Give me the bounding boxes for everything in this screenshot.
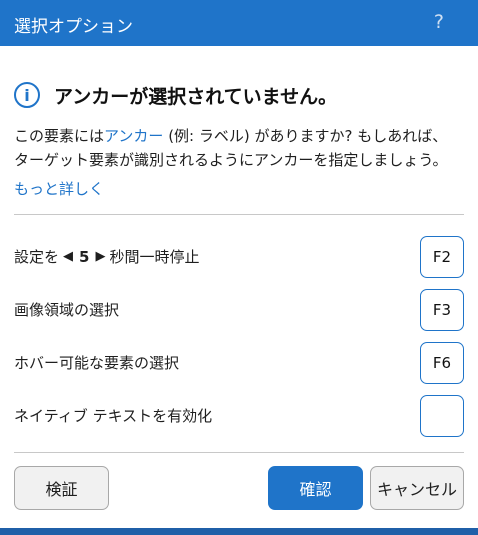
pause-label: 設定を [14, 248, 60, 266]
learn-more-link[interactable]: もっと詳しく [14, 178, 104, 199]
description-line-2: ターゲット要素が識別されるようにアンカーを指定しましょう。 [14, 151, 448, 169]
window-title: 選択オプション [14, 17, 133, 37]
pause-option: 設定を ◀ 5 ▶ 秒間一時停止 [14, 246, 199, 267]
info-icon: i [14, 82, 40, 108]
hover-element-shortcut-button[interactable]: F6 [420, 342, 464, 384]
pause-shortcut-button[interactable]: F2 [420, 236, 464, 278]
image-region-shortcut-button[interactable]: F3 [420, 289, 464, 331]
description-text: この要素には [14, 127, 105, 145]
divider [14, 452, 464, 453]
verify-button[interactable]: 検証 [14, 466, 109, 510]
description-line-1: この要素にはアンカー (例: ラベル) がありますか? もしあれば、 [14, 124, 464, 148]
alert-heading: i アンカーが選択されていません。 [14, 80, 337, 110]
hover-element-option: ホバー可能な要素の選択 [14, 354, 180, 372]
divider [14, 214, 464, 215]
pause-seconds-value[interactable]: 5 [79, 248, 89, 266]
image-region-option: 画像領域の選択 [14, 301, 120, 319]
description-text: (例: ラベル) がありますか? もしあれば、 [163, 127, 448, 145]
decrease-pause-icon[interactable]: ◀ [63, 249, 73, 264]
bottom-bar [0, 528, 478, 535]
native-text-option: ネイティブ テキストを有効化 [14, 407, 213, 425]
title-bar: 選択オプション ? [0, 0, 478, 46]
cancel-button[interactable]: キャンセル [370, 466, 464, 510]
increase-pause-icon[interactable]: ▶ [95, 249, 105, 264]
anchor-link[interactable]: アンカー [104, 127, 163, 145]
native-text-toggle[interactable] [420, 395, 464, 437]
pause-label-suffix: 秒間一時停止 [109, 248, 200, 266]
confirm-button[interactable]: 確認 [268, 466, 363, 510]
description: この要素にはアンカー (例: ラベル) がありますか? もしあれば、 ターゲット… [14, 124, 464, 172]
help-icon[interactable]: ? [434, 11, 444, 33]
heading-text: アンカーが選択されていません。 [54, 85, 338, 108]
